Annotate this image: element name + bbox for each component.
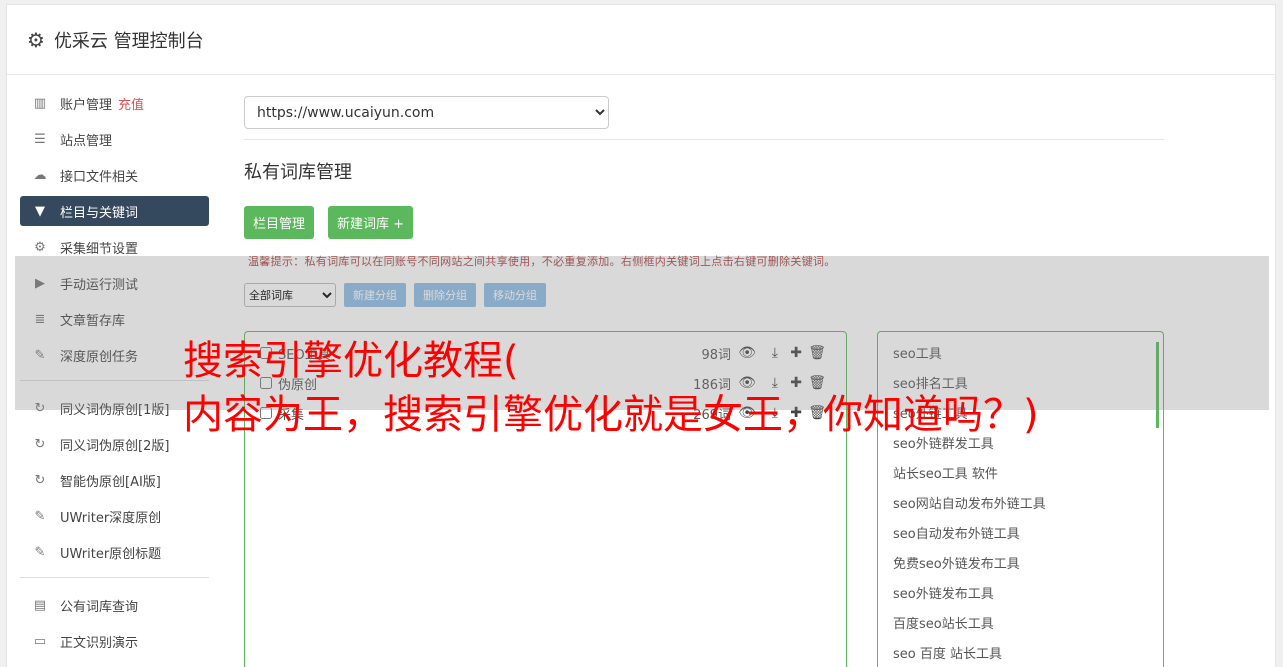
recharge-link[interactable]: 充值 xyxy=(118,94,144,113)
action-buttons: 栏目管理 新建词库 + xyxy=(244,206,1164,239)
sidebar-item-label: 同义词伪原创[2版] xyxy=(60,438,170,454)
sidebar-item-label: UWriter深度原创 xyxy=(60,510,162,526)
sidebar-item-text-recognition[interactable]: ▭ 正文识别演示 xyxy=(20,626,209,656)
divider xyxy=(244,139,1164,140)
keyword-item[interactable]: seo网站自动发布外链工具 xyxy=(878,494,1163,524)
overlay-headline-line1: 搜索引擎优化教程( xyxy=(183,338,519,384)
refresh-icon: ↻ xyxy=(34,472,46,488)
cloud-upload-icon: ☁ xyxy=(33,167,47,183)
sidebar-item-ai-rewrite[interactable]: ↻ 智能伪原创[AI版] xyxy=(20,465,209,495)
new-library-button[interactable]: 新建词库 + xyxy=(328,206,414,239)
keyword-item[interactable]: 百度seo站长工具 xyxy=(878,614,1163,644)
edit-icon: ✎ xyxy=(34,544,46,560)
sidebar-item-uwriter-title[interactable]: ✎ UWriter原创标题 xyxy=(20,537,209,567)
sidebar-item-label: 站点管理 xyxy=(60,133,113,149)
book-icon: ▤ xyxy=(33,597,47,613)
sidebar-item-label: 公有词库查询 xyxy=(60,599,139,615)
keyword-item[interactable]: seo外链发布工具 xyxy=(878,584,1163,614)
sidebar-item-account[interactable]: ▥ 账户管理 充值 xyxy=(20,88,209,118)
refresh-icon: ↻ xyxy=(34,436,46,452)
sidebar-item-label: 账户管理 xyxy=(60,97,113,113)
sidebar-item-synonym-v2[interactable]: ↻ 同义词伪原创[2版] xyxy=(20,429,209,459)
sidebar-item-label: 栏目与关键词 xyxy=(60,205,139,221)
site-select[interactable]: https://www.ucaiyun.com xyxy=(244,96,609,129)
server-icon: ☰ xyxy=(34,131,46,147)
keyword-item[interactable]: 免费seo外链发布工具 xyxy=(878,554,1163,584)
keyword-item[interactable]: seo自动发布外链工具 xyxy=(878,524,1163,554)
keyword-item[interactable]: 站长seo工具 软件 xyxy=(878,464,1163,494)
filter-icon: ▼ xyxy=(35,203,45,219)
edit-icon: ✎ xyxy=(34,508,46,524)
sidebar-item-sites[interactable]: ☰ 站点管理 xyxy=(20,124,209,154)
page-title: 优采云 管理控制台 xyxy=(53,30,204,52)
sidebar-item-columns-keywords[interactable]: ▼ 栏目与关键词 xyxy=(20,196,209,226)
header: ⚙ 优采云 管理控制台 xyxy=(7,5,1275,75)
sidebar-item-label: UWriter原创标题 xyxy=(60,546,162,562)
column-manage-button[interactable]: 栏目管理 xyxy=(244,206,315,239)
section-title: 私有词库管理 xyxy=(244,162,352,183)
monitor-icon: ▭ xyxy=(33,633,47,649)
bar-chart-icon: ▥ xyxy=(33,95,47,111)
sidebar-item-label: 接口文件相关 xyxy=(60,169,139,185)
overlay-headline: 搜索引擎优化教程( 内容为王，搜索引擎优化就是女王，你知道吗？) xyxy=(183,334,1039,442)
sidebar-item-label: 智能伪原创[AI版] xyxy=(60,474,161,490)
sidebar-item-api[interactable]: ☁ 接口文件相关 xyxy=(20,160,209,190)
cogs-icon: ⚙ xyxy=(34,239,46,255)
overlay-headline-line2: 内容为王，搜索引擎优化就是女王，你知道吗？) xyxy=(183,392,1039,438)
keyword-item[interactable]: seo 百度 站长工具 xyxy=(878,644,1163,667)
sidebar-item-public-lexicon[interactable]: ▤ 公有词库查询 xyxy=(20,590,209,620)
sidebar-item-uwriter-original[interactable]: ✎ UWriter深度原创 xyxy=(20,501,209,531)
sidebar-divider xyxy=(20,577,209,578)
gear-icon: ⚙ xyxy=(27,27,45,52)
sidebar-item-label: 采集细节设置 xyxy=(60,241,139,257)
sidebar-item-label: 正文识别演示 xyxy=(60,635,139,651)
